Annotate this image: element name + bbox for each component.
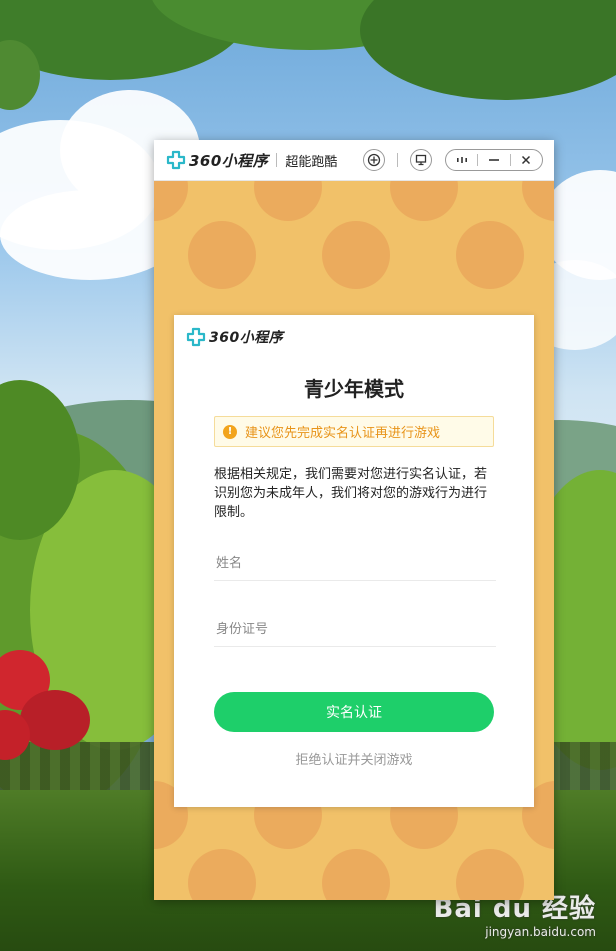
- title-divider: [276, 153, 278, 167]
- cloud: [0, 190, 180, 280]
- window-brand: 360小程序: [166, 150, 268, 171]
- screen-button[interactable]: [410, 149, 432, 171]
- more-button[interactable]: [446, 150, 477, 170]
- brand-name: 360小程序: [189, 151, 269, 170]
- refuse-and-close-link[interactable]: 拒绝认证并关闭游戏: [174, 749, 534, 768]
- polka-dot: [456, 221, 524, 289]
- real-name-dialog: 360小程序 青少年模式 ! 建议您先完成实名认证再进行游戏 根据相关规定，我们…: [174, 315, 534, 807]
- minimize-button[interactable]: [478, 150, 509, 170]
- minimize-icon: [488, 159, 499, 161]
- polka-dot: [522, 181, 554, 221]
- polka-dot: [254, 181, 322, 221]
- more-dots-icon: [456, 157, 467, 163]
- polka-dot: [154, 181, 188, 221]
- polka-dot: [390, 181, 458, 221]
- mini-program-window: 360小程序 超能跑酷 360小程序 青少年模式 ! 建议您先完成实名认证再进行…: [154, 140, 554, 900]
- dialog-brand-name: 360小程序: [209, 330, 284, 346]
- id-number-input[interactable]: [214, 613, 496, 647]
- name-input[interactable]: [214, 547, 496, 581]
- game-background: 360小程序 青少年模式 ! 建议您先完成实名认证再进行游戏 根据相关规定，我们…: [154, 181, 554, 900]
- watermark-url: jingyan.baidu.com: [485, 925, 596, 939]
- polka-dot: [456, 849, 524, 900]
- cross-logo-icon: [166, 150, 186, 170]
- notice-banner: ! 建议您先完成实名认证再进行游戏: [214, 416, 494, 447]
- dialog-brand: 360小程序: [186, 327, 283, 347]
- close-icon: [522, 155, 531, 165]
- gamepad-icon: [367, 153, 381, 167]
- polka-dot: [188, 221, 256, 289]
- polka-dot: [322, 221, 390, 289]
- title-bar[interactable]: 360小程序 超能跑酷: [154, 140, 554, 181]
- close-button[interactable]: [511, 150, 542, 170]
- cross-logo-icon: [186, 327, 206, 347]
- monitor-icon: [415, 154, 427, 166]
- window-capsule: [445, 149, 543, 171]
- flower: [20, 690, 90, 750]
- description-text: 根据相关规定，我们需要对您进行实名认证，若识别您为未成年人，我们将对您的游戏行为…: [214, 467, 488, 520]
- verify-button[interactable]: 实名认证: [214, 692, 494, 732]
- notice-text: 建议您先完成实名认证再进行游戏: [245, 426, 441, 441]
- dialog-title: 青少年模式: [304, 377, 404, 401]
- game-center-button[interactable]: [363, 149, 385, 171]
- warning-icon: !: [223, 424, 237, 439]
- polka-dot: [322, 849, 390, 900]
- game-title: 超能跑酷: [285, 154, 338, 170]
- toolbar-divider: [397, 153, 398, 167]
- polka-dot: [188, 849, 256, 900]
